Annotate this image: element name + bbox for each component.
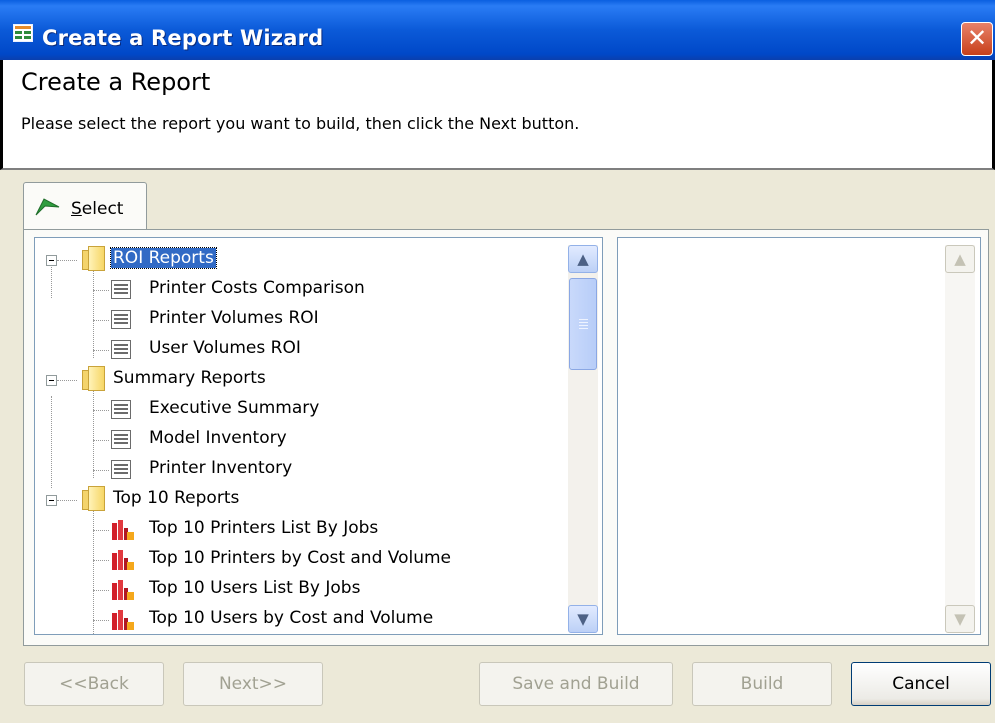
tree-line xyxy=(93,620,109,622)
tree-item-label: Model Inventory xyxy=(149,428,287,448)
tree-item-label: Printer Volumes ROI xyxy=(149,308,319,328)
tree-line xyxy=(93,440,109,442)
tree-line xyxy=(57,500,77,502)
tree-line xyxy=(93,388,95,478)
tab-select[interactable]: Select xyxy=(23,182,147,230)
close-button[interactable]: ✕ xyxy=(961,22,993,56)
page-title: Create a Report xyxy=(21,68,211,96)
tree-line xyxy=(93,590,109,592)
details-scroll-up-button: ▲ xyxy=(945,245,975,273)
back-button[interactable]: <<Back xyxy=(24,662,164,706)
report-wizard-icon xyxy=(13,24,33,42)
folder-icon xyxy=(82,486,105,511)
report-details-box xyxy=(617,237,981,635)
tree-item-label: Top 10 Users List By Jobs xyxy=(149,578,361,598)
bar-chart-icon xyxy=(112,550,134,570)
collapse-icon[interactable] xyxy=(46,255,57,266)
tree-group-label: ROI Reports xyxy=(110,247,217,269)
tree-line xyxy=(51,396,53,488)
chevron-up-icon: ▲ xyxy=(954,250,966,268)
report-tree[interactable]: ROI Reports Printer Costs Comparison Pri… xyxy=(34,237,603,635)
tree-line xyxy=(93,290,109,292)
save-and-build-button[interactable]: Save and Build xyxy=(479,662,673,706)
close-icon: ✕ xyxy=(966,24,988,52)
green-flag-icon xyxy=(35,198,60,216)
tree-item-label: Executive Summary xyxy=(149,398,320,418)
tree-line xyxy=(93,350,109,352)
scroll-thumb[interactable] xyxy=(569,278,597,370)
folder-icon xyxy=(82,246,105,271)
collapse-icon[interactable] xyxy=(46,375,57,386)
tree-item-label: Top 10 Printers by Cost and Volume xyxy=(149,548,452,568)
tree-line xyxy=(93,530,109,532)
report-icon xyxy=(111,340,131,359)
bar-chart-icon xyxy=(112,610,134,630)
bar-chart-icon xyxy=(112,580,134,600)
report-icon xyxy=(111,400,131,419)
scroll-up-button[interactable]: ▲ xyxy=(568,245,598,273)
tree-item-label: Top 10 Users by Cost and Volume xyxy=(149,608,434,628)
details-scrollbar xyxy=(945,245,975,631)
tab-select-label: Select xyxy=(71,199,124,219)
tree-group-label: Summary Reports xyxy=(113,368,266,388)
wizard-header: Create a Report Please select the report… xyxy=(0,60,995,170)
bar-chart-icon xyxy=(112,520,134,540)
tree-line xyxy=(93,320,109,322)
tree-item-label: Printer Costs Comparison xyxy=(149,278,365,298)
report-icon xyxy=(111,280,131,299)
tree-line xyxy=(93,560,109,562)
scroll-down-button[interactable]: ▼ xyxy=(568,605,598,633)
tree-line xyxy=(57,260,77,262)
title-bar: Create a Report Wizard ✕ xyxy=(0,0,995,60)
build-button[interactable]: Build xyxy=(692,662,832,706)
tree-item-label: User Volumes ROI xyxy=(149,338,301,358)
tree-group-label: Top 10 Reports xyxy=(113,488,240,508)
window-title: Create a Report Wizard xyxy=(42,26,324,50)
tree-line xyxy=(93,268,95,358)
report-icon xyxy=(111,310,131,329)
tree-line xyxy=(57,380,77,382)
chevron-down-icon: ▼ xyxy=(577,610,589,628)
tree-line xyxy=(93,508,95,634)
tree-line xyxy=(93,470,109,472)
details-scroll-down-button: ▼ xyxy=(945,605,975,633)
chevron-down-icon: ▼ xyxy=(954,610,966,628)
report-icon xyxy=(111,430,131,449)
cancel-button[interactable]: Cancel xyxy=(851,662,991,706)
tree-item-label: Printer Inventory xyxy=(149,458,293,478)
report-icon xyxy=(111,460,131,479)
page-instructions: Please select the report you want to bui… xyxy=(21,114,580,133)
chevron-up-icon: ▲ xyxy=(577,250,589,268)
tree-line xyxy=(93,410,109,412)
folder-icon xyxy=(82,366,105,391)
next-button[interactable]: Next>> xyxy=(183,662,323,706)
tree-item-label: Top 10 Printers List By Jobs xyxy=(149,518,379,538)
collapse-icon[interactable] xyxy=(46,495,57,506)
